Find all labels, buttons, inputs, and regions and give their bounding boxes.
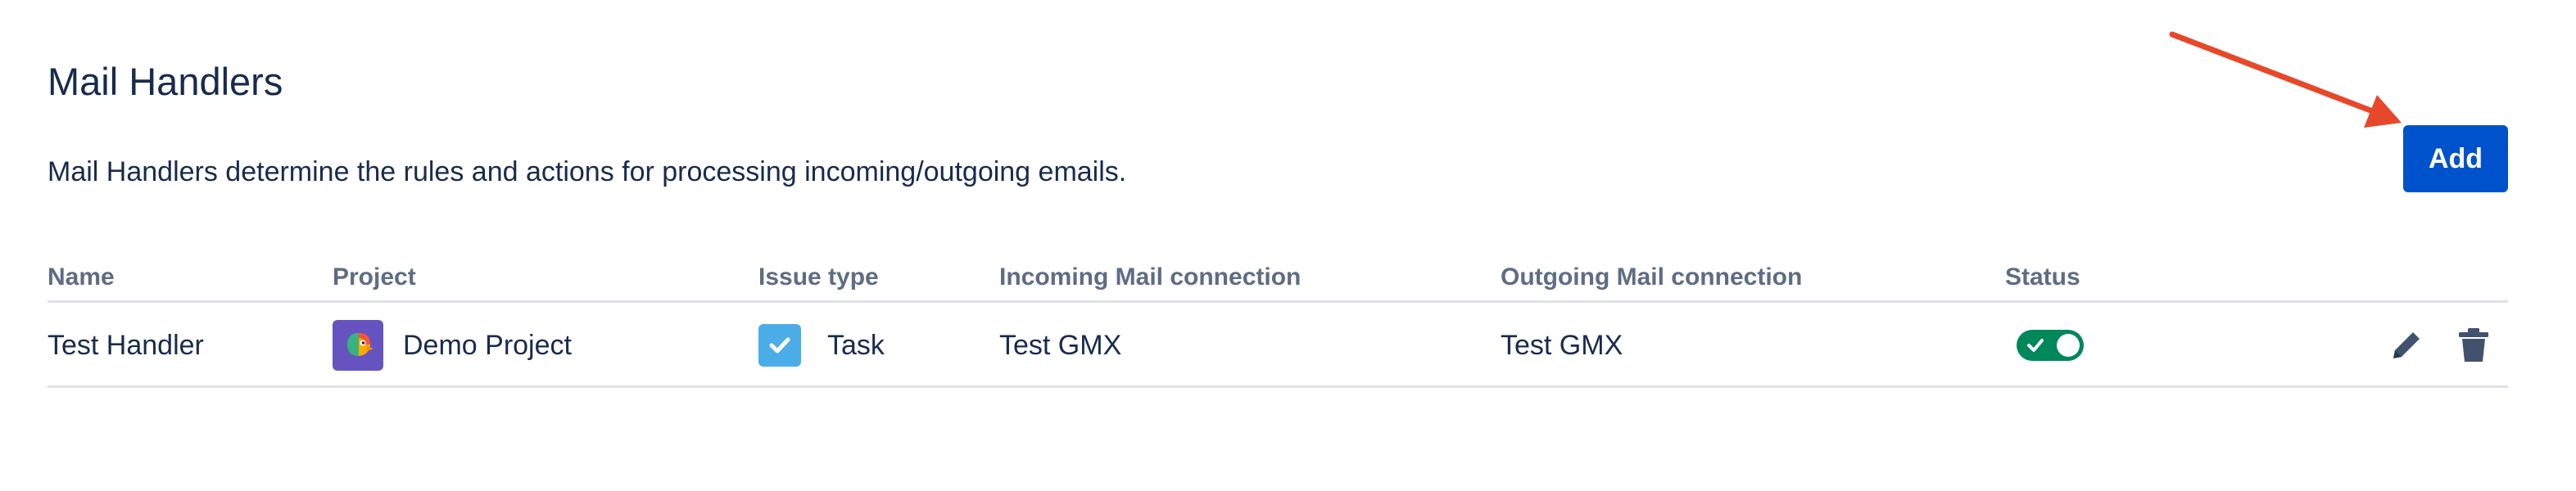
status-toggle[interactable]: [2017, 330, 2084, 361]
delete-cell: [2456, 303, 2492, 388]
edit-cell: [2387, 303, 2426, 388]
parrot-avatar-icon: [333, 320, 383, 371]
issue-type-cell: Task: [758, 303, 885, 388]
outgoing-connection: Test GMX: [1501, 329, 1623, 361]
annotation-arrow-icon: [2169, 31, 2402, 128]
mail-handlers-page: Mail Handlers Mail Handlers determine th…: [0, 0, 2576, 491]
status-cell: [2017, 303, 2084, 388]
handler-name: Test Handler: [48, 329, 204, 361]
column-header-project: Project: [333, 264, 416, 291]
check-icon: [2027, 339, 2044, 352]
column-header-status: Status: [2005, 264, 2080, 291]
task-checkbox-icon: [758, 324, 801, 367]
table-row: Test Handler Demo Project Task Test GMX …: [48, 303, 2508, 388]
page-description: Mail Handlers determine the rules and ac…: [48, 156, 1127, 187]
mail-handlers-table: Name Project Issue type Incoming Mail co…: [48, 255, 2508, 388]
column-header-issue-type: Issue type: [758, 264, 879, 291]
project-cell: Demo Project: [333, 303, 572, 388]
toggle-knob: [2057, 334, 2080, 357]
table-header: Name Project Issue type Incoming Mail co…: [48, 255, 2508, 303]
delete-trash-icon[interactable]: [2456, 326, 2492, 365]
project-name: Demo Project: [403, 329, 572, 361]
page-title: Mail Handlers: [48, 60, 283, 103]
column-header-outgoing: Outgoing Mail connection: [1501, 264, 1803, 291]
add-button[interactable]: Add: [2403, 125, 2508, 192]
column-header-name: Name: [48, 264, 115, 291]
edit-pencil-icon[interactable]: [2387, 326, 2426, 365]
column-header-incoming: Incoming Mail connection: [999, 264, 1302, 291]
issue-type-name: Task: [827, 329, 885, 361]
incoming-connection: Test GMX: [999, 329, 1122, 361]
